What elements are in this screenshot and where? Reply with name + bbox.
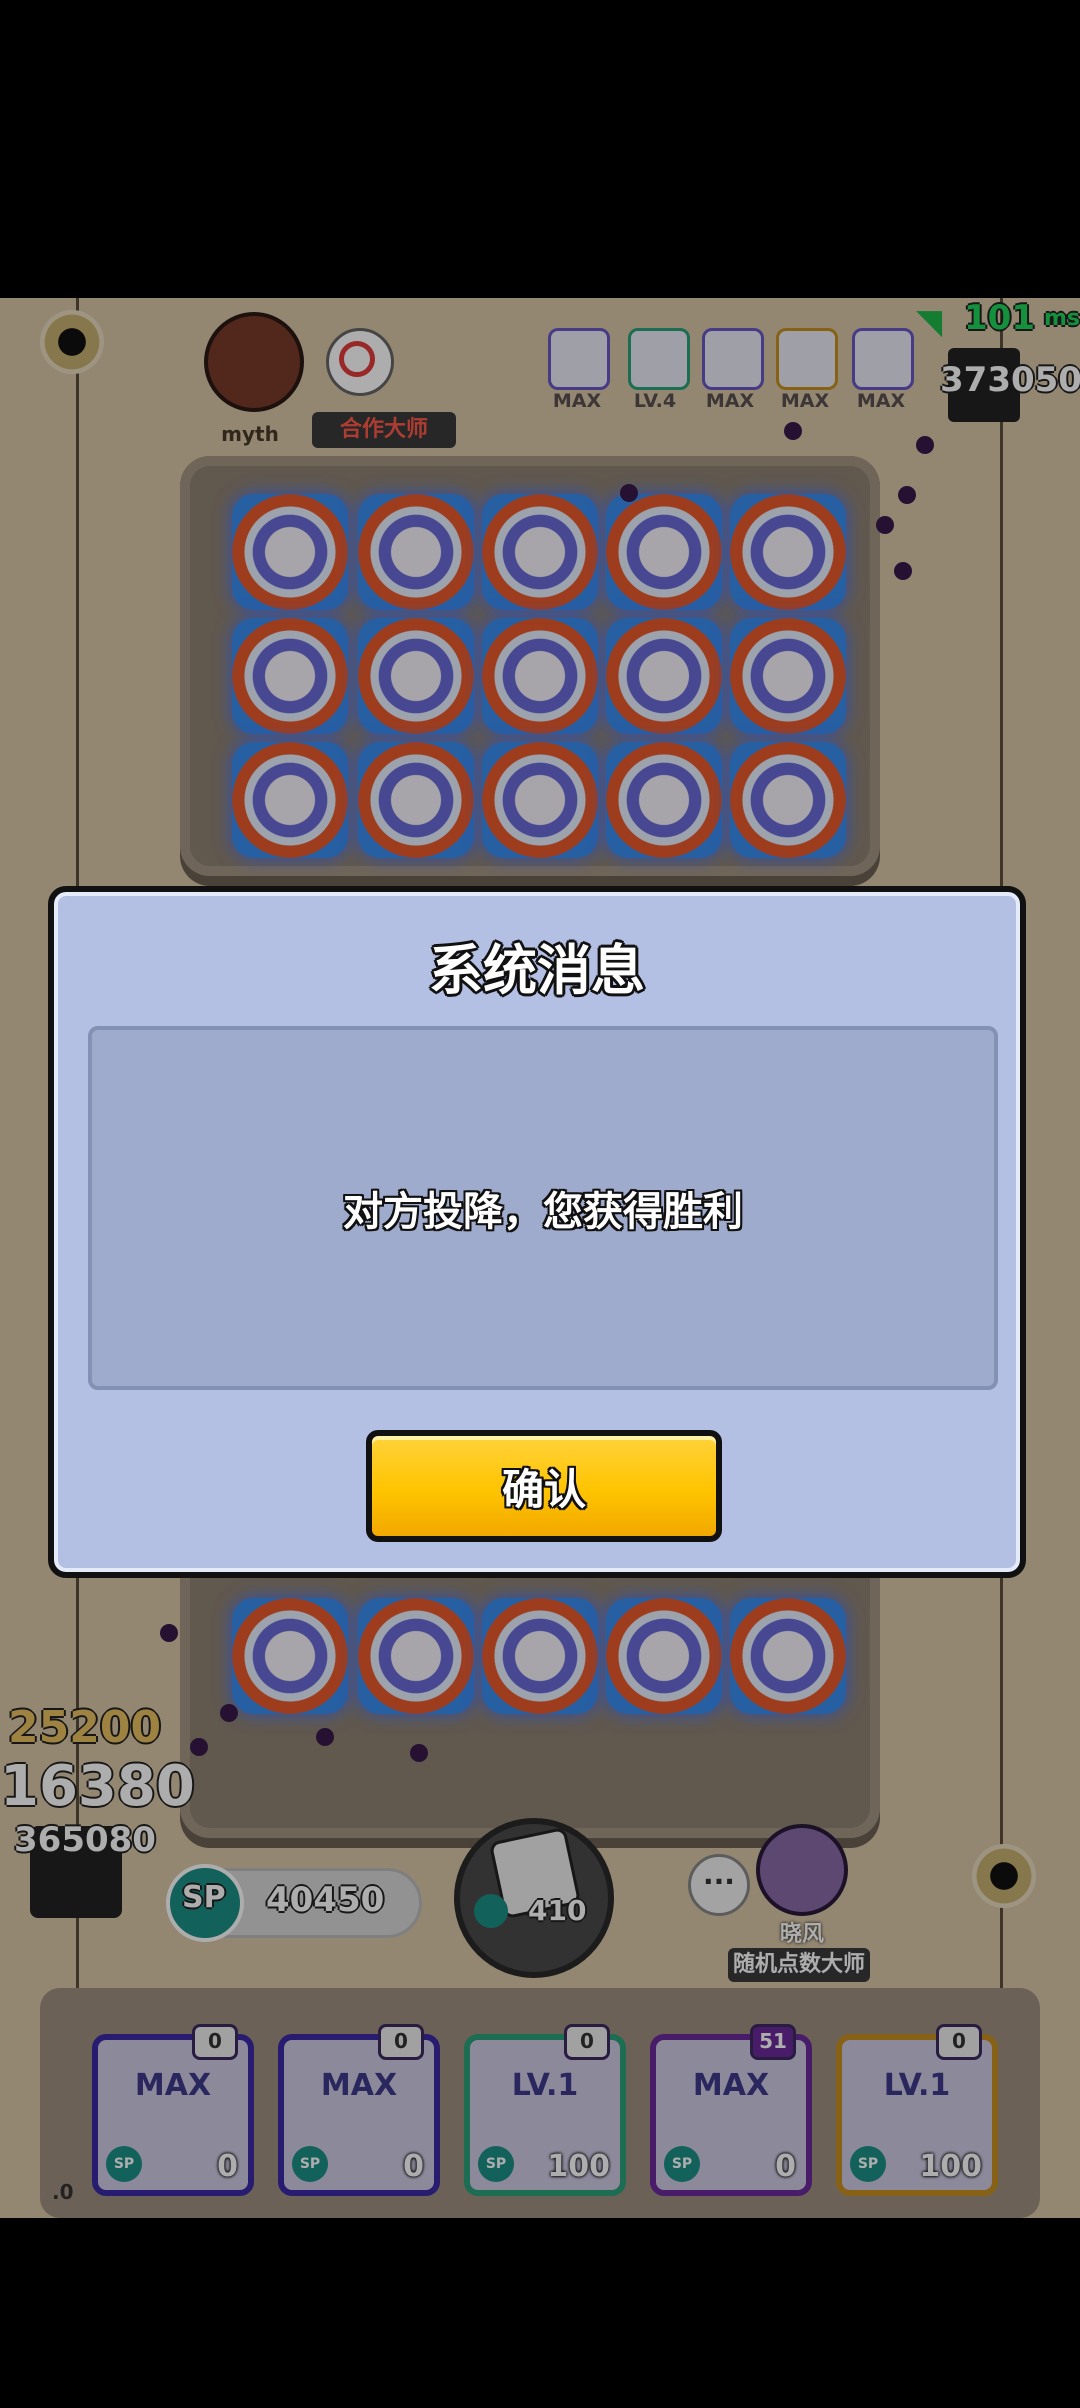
dialog-message: 对方投降，您获得胜利 — [343, 1189, 743, 1235]
dialog-title: 系统消息 — [429, 939, 645, 1002]
confirm-button[interactable]: 确认 — [366, 1430, 722, 1542]
message-box: 对方投降，您获得胜利 — [88, 1026, 998, 1390]
system-message-dialog: 系统消息 对方投降，您获得胜利 确认 — [48, 886, 1026, 1578]
